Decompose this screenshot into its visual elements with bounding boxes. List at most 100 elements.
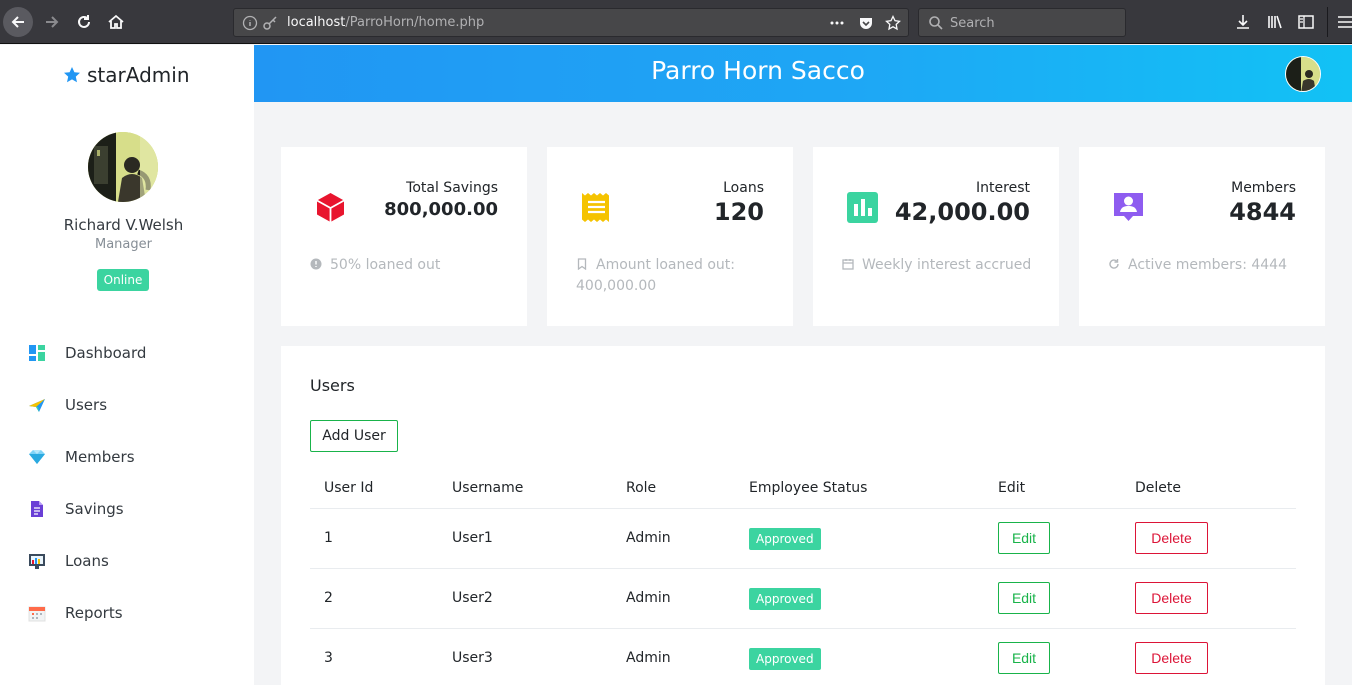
column-header: Employee Status xyxy=(749,480,868,496)
more-icon[interactable] xyxy=(829,15,845,31)
info-icon[interactable] xyxy=(242,15,258,31)
menu-icon[interactable] xyxy=(1336,13,1352,31)
back-button[interactable] xyxy=(3,7,33,37)
sidebar-item-savings[interactable]: Savings xyxy=(0,483,254,535)
dashboard-icon xyxy=(28,344,46,362)
user-id-cell: 3 xyxy=(324,650,333,666)
sidebar-item-label: Members xyxy=(65,448,135,466)
key-icon xyxy=(263,16,277,30)
search-input[interactable]: Search xyxy=(918,8,1126,37)
profile-role: Manager xyxy=(95,237,152,252)
url-path: /ParroHorn/home.php xyxy=(345,15,485,30)
header-avatar[interactable] xyxy=(1285,56,1321,92)
card-label: Loans xyxy=(723,180,764,196)
card-footer: Weekly interest accrued xyxy=(842,255,1042,276)
sidebar-item-reports[interactable]: Reports xyxy=(0,587,254,639)
role-cell: Admin xyxy=(626,650,671,666)
receipt-icon xyxy=(582,193,609,222)
card-label: Total Savings xyxy=(406,180,498,196)
brand-name: starAdmin xyxy=(87,63,190,87)
add-user-button[interactable]: Add User xyxy=(310,420,398,452)
sidebar-item-members[interactable]: Members xyxy=(0,431,254,483)
card-value: 4844 xyxy=(1229,198,1296,226)
sidebar-toggle-icon[interactable] xyxy=(1297,13,1315,31)
bookmark-star-icon[interactable] xyxy=(885,15,901,31)
card-value: 800,000.00 xyxy=(384,199,498,220)
edit-button[interactable]: Edit xyxy=(998,582,1050,614)
delete-button[interactable]: Delete xyxy=(1135,582,1208,614)
sidebar-item-dashboard[interactable]: Dashboard xyxy=(0,327,254,379)
sidebar-menu: Dashboard Users Members Savings Loans Re… xyxy=(0,327,254,639)
reload-icon xyxy=(78,15,90,28)
pocket-icon[interactable] xyxy=(858,15,874,31)
sidebar-item-label: Reports xyxy=(65,604,123,622)
users-panel: Users Add User User Id Username Role Emp… xyxy=(281,346,1325,685)
card-footer-text: 50% loaned out xyxy=(330,257,441,273)
profile-avatar[interactable] xyxy=(88,132,158,202)
edit-button[interactable]: Edit xyxy=(998,522,1050,554)
library-icon[interactable] xyxy=(1266,13,1284,31)
download-icon[interactable] xyxy=(1234,13,1252,31)
profile-name: Richard V.Welsh xyxy=(63,216,184,234)
sidebar-item-label: Loans xyxy=(65,552,109,570)
status-badge: Approved xyxy=(749,528,821,550)
header-avatar-photo xyxy=(1286,57,1320,91)
stat-card-loans: Loans 120 Amount loaned out: 400,000.00 xyxy=(547,147,793,326)
bar-chart-icon xyxy=(847,192,878,223)
home-icon xyxy=(108,14,124,29)
search-placeholder: Search xyxy=(950,16,995,31)
brand-prefix: star xyxy=(87,63,126,87)
url-text: localhost/ParroHorn/home.php xyxy=(287,15,484,30)
card-footer: Active members: 4444 xyxy=(1108,255,1308,276)
forward-button[interactable] xyxy=(37,7,67,37)
edit-button[interactable]: Edit xyxy=(998,642,1050,674)
diamond-icon xyxy=(28,448,46,466)
card-footer-text: Weekly interest accrued xyxy=(862,257,1032,273)
table-row: 3 User3 Admin Approved Edit Delete xyxy=(310,629,1296,685)
star-icon xyxy=(64,67,80,83)
url-host: localhost xyxy=(287,15,346,30)
sidebar-item-label: Dashboard xyxy=(65,344,147,362)
users-table: User Id Username Role Employee Status Ed… xyxy=(310,468,1296,685)
top-header: Parro Horn Sacco xyxy=(254,45,1352,102)
delete-button[interactable]: Delete xyxy=(1135,642,1208,674)
calendar-icon xyxy=(28,604,46,622)
card-label: Interest xyxy=(976,180,1030,196)
username-cell: User2 xyxy=(452,590,493,606)
arrow-left-icon xyxy=(11,16,24,28)
refresh-icon xyxy=(1109,259,1119,269)
card-value: 120 xyxy=(713,198,764,226)
card-footer: 50% loaned out xyxy=(310,255,510,276)
card-footer-text: Amount loaned out: 400,000.00 xyxy=(576,257,735,294)
address-bar[interactable]: localhost/ParroHorn/home.php xyxy=(233,8,909,37)
sidebar-item-loans[interactable]: Loans xyxy=(0,535,254,587)
card-label: Members xyxy=(1231,180,1296,196)
username-cell: User1 xyxy=(452,530,493,546)
role-cell: Admin xyxy=(626,590,671,606)
page-title: Parro Horn Sacco xyxy=(651,56,865,85)
chart-window-icon xyxy=(28,552,46,570)
status-badge: Approved xyxy=(749,648,821,670)
reload-button[interactable] xyxy=(69,7,99,37)
home-button[interactable] xyxy=(101,7,131,37)
alert-circle-icon xyxy=(310,258,322,270)
column-header: User Id xyxy=(324,480,374,496)
brand-logo[interactable]: starAdmin xyxy=(63,63,190,87)
user-id-cell: 2 xyxy=(324,590,333,606)
browser-toolbar: localhost/ParroHorn/home.php Search xyxy=(0,0,1352,44)
sidebar: starAdmin Richard V.Welsh Manager Online… xyxy=(0,45,254,685)
role-cell: Admin xyxy=(626,530,671,546)
profile-photo xyxy=(88,132,158,202)
toolbar-divider xyxy=(1327,7,1328,37)
brand-suffix: Admin xyxy=(125,63,190,87)
calendar-icon xyxy=(842,259,854,270)
sidebar-item-users[interactable]: Users xyxy=(0,379,254,431)
user-id-cell: 1 xyxy=(324,530,333,546)
status-badge: Approved xyxy=(749,588,821,610)
delete-button[interactable]: Delete xyxy=(1135,522,1208,554)
table-row: 2 User2 Admin Approved Edit Delete xyxy=(310,569,1296,629)
panel-title: Users xyxy=(310,376,355,395)
document-icon xyxy=(28,500,46,518)
stat-card-total-savings: Total Savings 800,000.00 50% loaned out xyxy=(281,147,527,326)
paper-plane-icon xyxy=(28,396,46,414)
